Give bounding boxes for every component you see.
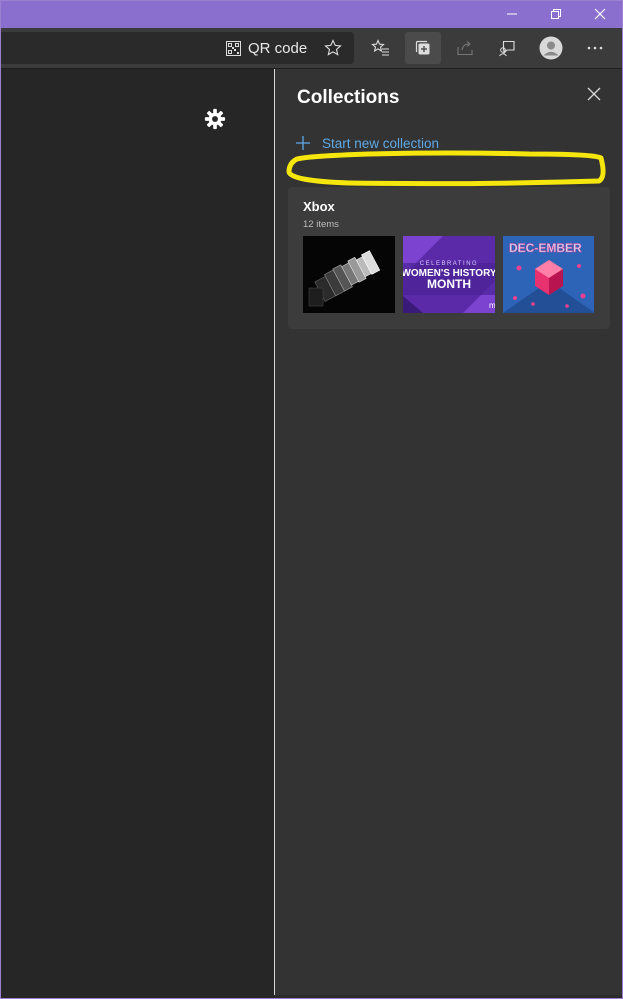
- close-window-button[interactable]: [578, 0, 622, 28]
- share-button[interactable]: [447, 32, 483, 64]
- restore-button[interactable]: [534, 0, 578, 28]
- close-panel-button[interactable]: [587, 87, 607, 107]
- feedback-button[interactable]: [489, 32, 525, 64]
- star-icon: [324, 39, 342, 56]
- start-new-collection-label: Start new collection: [322, 135, 440, 151]
- collections-button[interactable]: [405, 32, 441, 64]
- qr-code-button[interactable]: QR code: [226, 32, 307, 64]
- start-new-collection-button[interactable]: Start new collection: [295, 135, 439, 151]
- minimize-button[interactable]: [490, 0, 534, 28]
- feedback-icon: [499, 40, 515, 57]
- thumbnail-caption-top: CELEBRATING: [420, 261, 478, 267]
- collection-title: Xbox: [303, 199, 335, 214]
- collection-thumbnail: CELEBRATING WOMEN'S HISTORY MONTH m: [403, 236, 495, 313]
- collection-thumbnail: DEC-EMBER: [503, 236, 595, 313]
- panel-title: Collections: [297, 87, 400, 108]
- share-icon: [457, 41, 473, 56]
- thumbnail-caption-bottom: MONTH: [427, 277, 471, 291]
- restore-icon: [551, 9, 561, 19]
- thumbnail-logo-fragment: m: [489, 301, 495, 310]
- collection-thumbnail: [303, 236, 395, 313]
- add-favorite-button[interactable]: [324, 39, 342, 62]
- thumbnail-caption: DEC-EMBER: [509, 241, 582, 255]
- browser-toolbar: QR code: [0, 28, 623, 69]
- collections-icon: [415, 40, 430, 55]
- minimize-icon: [507, 13, 517, 15]
- settings-button[interactable]: [204, 108, 226, 135]
- more-icon: [587, 46, 603, 50]
- plus-icon: [296, 136, 310, 150]
- address-bar[interactable]: QR code: [0, 32, 354, 64]
- profile-icon: [539, 36, 563, 60]
- profile-button[interactable]: [533, 32, 569, 64]
- qr-code-label: QR code: [248, 39, 308, 57]
- collection-item-count: 12 items: [303, 219, 339, 230]
- close-icon: [594, 8, 606, 20]
- card-edge: [594, 236, 610, 313]
- qr-code-icon: [226, 40, 241, 56]
- dec-ember-image: DEC-EMBER: [503, 236, 595, 313]
- collection-card[interactable]: Xbox 12 items CELEBRATING WOMEN'S HISTOR…: [288, 187, 610, 329]
- xbox-console-image: [308, 250, 381, 307]
- favorites-button[interactable]: [363, 32, 399, 64]
- womens-history-month-image: CELEBRATING WOMEN'S HISTORY MONTH m: [403, 236, 495, 313]
- yellow-highlight-annotation: [286, 150, 606, 187]
- collections-panel: Collections Start new collection Xbox 12…: [275, 69, 622, 995]
- favorites-icon: [371, 39, 389, 56]
- more-button[interactable]: [577, 32, 613, 64]
- close-icon: [587, 87, 601, 101]
- window-title-bar: [0, 0, 623, 28]
- page-content: [0, 69, 274, 999]
- gear-icon: [204, 108, 226, 130]
